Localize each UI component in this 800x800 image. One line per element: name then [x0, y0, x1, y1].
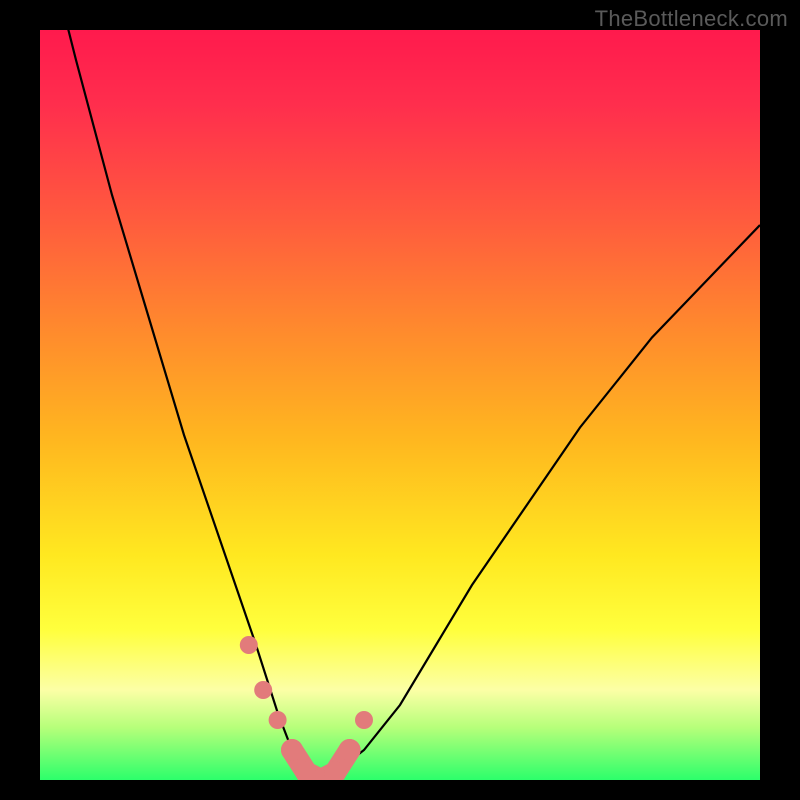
chart-container: TheBottleneck.com [0, 0, 800, 800]
marker-dot [240, 636, 258, 654]
bottleneck-curve [40, 30, 760, 780]
marker-dot [254, 681, 272, 699]
watermark-text: TheBottleneck.com [595, 6, 788, 32]
marker-dot [269, 711, 287, 729]
marker-dot [281, 739, 303, 761]
plot-area [40, 30, 760, 780]
marker-dot [339, 739, 361, 761]
marker-dot [355, 711, 373, 729]
chart-svg [40, 30, 760, 780]
